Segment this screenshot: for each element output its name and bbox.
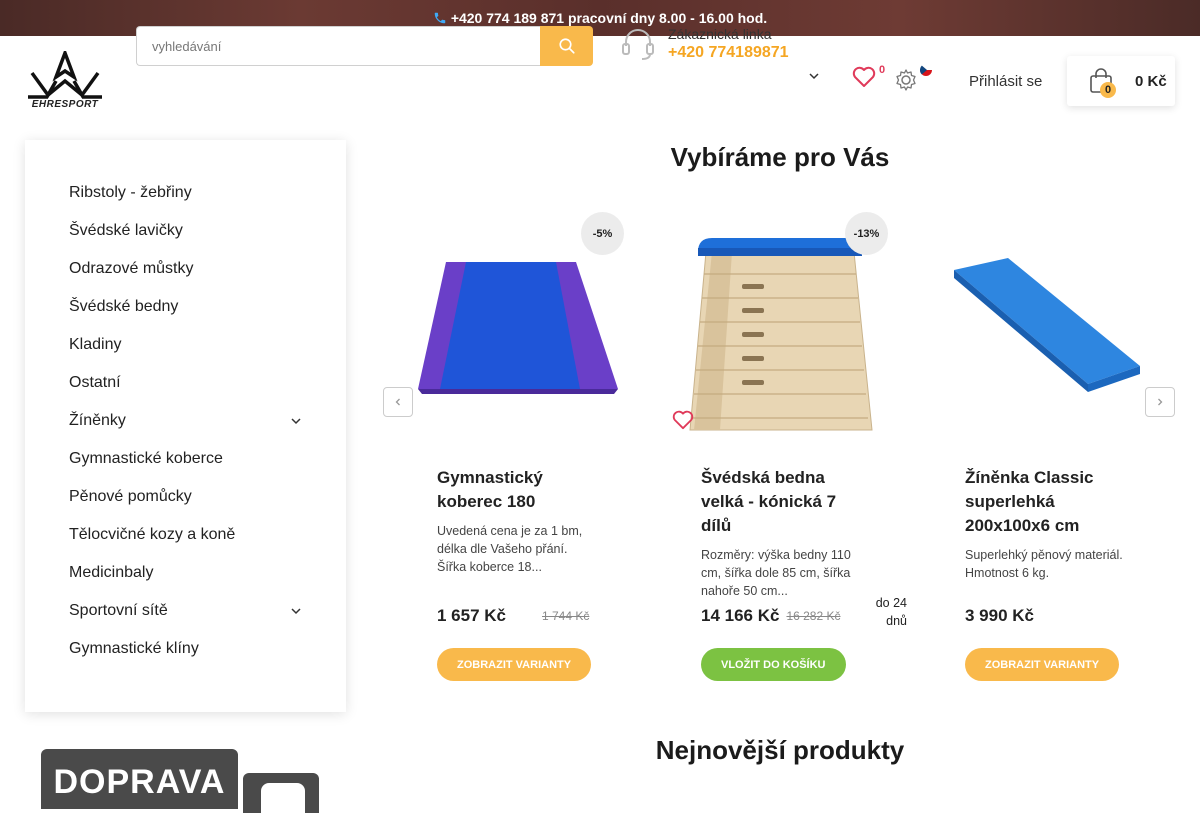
sidebar-item-label: Kladiny	[69, 336, 122, 353]
product-description: Superlehký pěnový materiál. Hmotnost 6 k…	[965, 548, 1123, 580]
product-old-price: 16 282 Kč	[786, 609, 841, 623]
sidebar-item[interactable]: Žíněnky	[25, 402, 346, 440]
headset-icon	[622, 29, 654, 60]
czech-flag-icon[interactable]	[920, 64, 932, 76]
sidebar-item[interactable]: Medicinbaly	[25, 554, 346, 592]
sidebar-item-label: Gymnastické koberce	[69, 450, 223, 467]
sidebar-item[interactable]: Ostatní	[25, 364, 346, 402]
product-name[interactable]: Švédská bedna velká - kónická 7 dílů	[672, 466, 888, 538]
logo-text: EHRESPORT	[31, 99, 99, 110]
search-icon	[558, 38, 575, 54]
chevron-right-icon	[1158, 398, 1163, 406]
section-title-newest: Nejnovější produkty	[655, 735, 905, 765]
search-input[interactable]	[136, 26, 540, 66]
product-image[interactable]: -5%	[408, 212, 624, 446]
discount-badge: -5%	[581, 212, 624, 255]
sidebar-item[interactable]: Pěnové pomůcky	[25, 478, 346, 516]
sidebar-item-label: Sportovní sítě	[69, 602, 168, 619]
add-to-cart-button[interactable]: VLOŽIT DO KOŠÍKU	[701, 648, 846, 681]
sidebar-item-label: Odrazové můstky	[69, 260, 194, 277]
search-button[interactable]	[540, 26, 593, 66]
product-description: Uvedená cena je za 1 bm, délka dle Vašeh…	[437, 524, 583, 574]
customer-support[interactable]: Zákaznická linka +420 774189871	[620, 26, 789, 62]
phone-icon	[434, 12, 446, 24]
sidebar-item[interactable]: Gymnastické koberce	[25, 440, 346, 478]
chevron-down-icon[interactable]	[808, 70, 820, 82]
cart-button[interactable]: 0 Kč	[1067, 56, 1175, 106]
product-price: 14 166 Kč	[701, 606, 780, 625]
cart-count-badge: 0	[1100, 82, 1116, 98]
product-card[interactable]: -13% Švédská bedna velká - kónická 7 díl…	[672, 212, 907, 681]
gear-icon[interactable]	[894, 68, 918, 92]
product-image[interactable]	[936, 212, 1152, 446]
sidebar-item[interactable]: Ribstoly - žebřiny	[25, 174, 346, 212]
product-old-price: 1 744 Kč	[542, 609, 590, 623]
product-carousel: -5% Gymnastický koberec 180 Uvedená cena…	[383, 212, 1175, 692]
category-sidebar: Ribstoly - žebřiny Švédské lavičky Odrazov…	[25, 140, 346, 712]
product-name[interactable]: Žíněnka Classic superlehká 200x100x6 cm	[936, 466, 1152, 538]
sidebar-item[interactable]: Kladiny	[25, 326, 346, 364]
logo[interactable]: EHRESPORT	[25, 51, 105, 113]
sidebar-item-label: Ribstoly - žebřiny	[69, 184, 192, 201]
sidebar-item-label: Pěnové pomůcky	[69, 488, 192, 505]
support-phone[interactable]: +420 774189871	[668, 44, 789, 62]
sidebar-item[interactable]: Sportovní sítě	[25, 592, 346, 630]
show-variants-button[interactable]: ZOBRAZIT VARIANTY	[965, 648, 1120, 681]
top-info-text: +420 774 189 871 pracovní dny 8.00 - 16.…	[450, 10, 768, 26]
login-link[interactable]: Přihlásit se	[969, 73, 1042, 90]
product-description: Rozměry: výška bedny 110 cm, šířka dole …	[701, 548, 851, 598]
product-name[interactable]: Gymnastický koberec 180	[408, 466, 624, 514]
sidebar-item-label: Švédské bedny	[69, 298, 179, 315]
cart-total: 0 Kč	[1135, 72, 1167, 90]
delivery-time: do 24 dnů	[875, 596, 907, 628]
wishlist-count: 0	[879, 64, 886, 76]
sidebar-item[interactable]: Švédské lavičky	[25, 212, 346, 250]
sidebar-item-label: Švédské lavičky	[69, 222, 183, 239]
section-title-recommended: Vybíráme pro Vás	[670, 142, 890, 172]
sidebar-item-label: Ostatní	[69, 374, 121, 391]
discount-badge: -13%	[845, 212, 888, 255]
sidebar-item-label: Tělocvičné kozy a koně	[69, 526, 236, 543]
product-price: 3 990 Kč	[965, 606, 1034, 625]
product-card[interactable]: -5% Gymnastický koberec 180 Uvedená cena…	[408, 212, 624, 681]
heart-icon[interactable]	[672, 410, 694, 430]
price-row: 14 166 Kč 16 282 Kč do 24 dnů	[701, 596, 907, 628]
chevron-down-icon[interactable]	[290, 415, 302, 427]
search-bar	[136, 26, 593, 66]
logo-mark-icon	[28, 51, 102, 99]
heart-icon[interactable]	[852, 66, 876, 88]
show-variants-button[interactable]: ZOBRAZIT VARIANTY	[437, 648, 592, 681]
product-card[interactable]: Žíněnka Classic superlehká 200x100x6 cm …	[936, 212, 1152, 681]
product-price: 1 657 Kč	[437, 606, 506, 625]
sidebar-item-label: Gymnastické klíny	[69, 640, 199, 657]
support-label: Zákaznická linka	[668, 26, 772, 42]
mat-image	[954, 258, 1140, 392]
product-image[interactable]: -13%	[672, 212, 888, 446]
sidebar-item[interactable]: Odrazové můstky	[25, 250, 346, 288]
banner-secondary[interactable]	[243, 773, 319, 813]
sidebar-item-label: Žíněnky	[69, 412, 126, 429]
chevron-left-icon	[395, 398, 400, 406]
sidebar-item[interactable]: Tělocvičné kozy a koně	[25, 516, 346, 554]
shipping-banner[interactable]: DOPRAVA	[41, 749, 238, 809]
price-row: 1 657 Kč 1 744 Kč	[437, 606, 637, 626]
price-row: 3 990 Kč	[965, 606, 1165, 626]
gymnastic-carpet-image	[418, 262, 618, 394]
sidebar-item-label: Medicinbaly	[69, 564, 154, 581]
sidebar-item[interactable]: Gymnastické klíny	[25, 630, 346, 668]
chevron-down-icon[interactable]	[290, 605, 302, 617]
sidebar-item[interactable]: Švédské bedny	[25, 288, 346, 326]
